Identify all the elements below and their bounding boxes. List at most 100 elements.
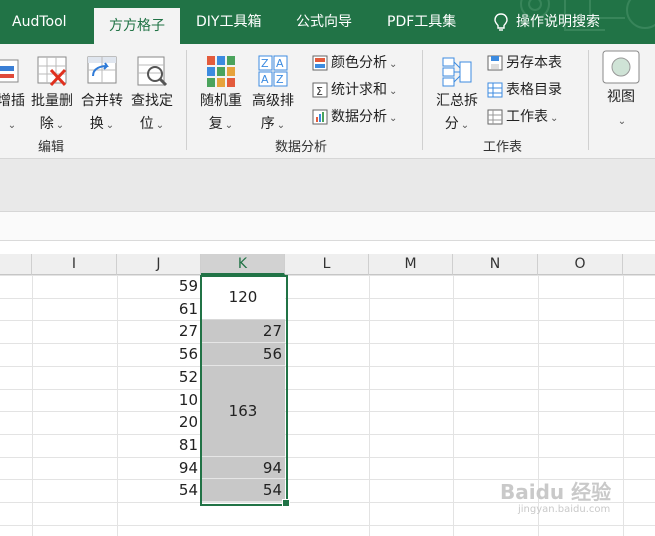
- cell-j7[interactable]: 20: [117, 411, 201, 433]
- tab-audtool[interactable]: AudTool: [12, 0, 82, 44]
- cell-j1[interactable]: 59: [117, 275, 201, 297]
- random-repeat-label-2: 复: [208, 116, 223, 132]
- grid-line: [0, 433, 655, 435]
- cell-j8[interactable]: 81: [117, 434, 201, 456]
- group-label-data-analysis: 数据分析: [275, 140, 328, 155]
- cell-k[interactable]: 94: [201, 456, 285, 480]
- batch-delete-button[interactable]: 批量删 除 ⌄: [28, 54, 76, 137]
- worksheet-button[interactable]: 工作表 ⌄: [487, 106, 558, 128]
- column-header-l[interactable]: L: [285, 254, 369, 275]
- merge-convert-label-1: 合并转: [81, 93, 123, 109]
- color-analysis-label: 颜色分析: [331, 55, 387, 71]
- cell-k[interactable]: 27: [201, 320, 285, 344]
- save-sheet-icon: [487, 55, 503, 71]
- grid-line: [369, 275, 370, 536]
- merge-convert-icon: [87, 56, 117, 84]
- random-repeat-label-1: 随机重: [200, 93, 242, 109]
- cell-j9[interactable]: 94: [117, 457, 201, 479]
- help-search-label: 操作说明搜索: [516, 14, 600, 30]
- column-header-h[interactable]: [0, 254, 32, 275]
- grid-line: [623, 275, 624, 536]
- data-analysis-icon: [312, 109, 328, 125]
- view-label: 视图: [607, 89, 635, 105]
- summary-split-label-1: 汇总拆: [436, 93, 478, 109]
- watermark-url: jingyan.baidu.com: [518, 504, 611, 515]
- view-icon: [602, 50, 640, 84]
- tab-fangfang-gezi[interactable]: 方方格子: [94, 8, 180, 44]
- save-sheet-label: 另存本表: [506, 55, 562, 71]
- merge-convert-button[interactable]: 合并转 换 ⌄: [78, 54, 126, 137]
- advanced-sort-icon: Z A A Z: [258, 55, 288, 87]
- advanced-sort-button[interactable]: Z A A Z 高级排 序 ⌄: [248, 54, 298, 137]
- find-locate-label-2: 位: [139, 116, 154, 132]
- column-header-o[interactable]: O: [538, 254, 623, 275]
- find-locate-label-1: 查找定: [131, 93, 173, 109]
- summary-split-icon: [442, 57, 472, 87]
- insert-label: 增插: [0, 93, 25, 109]
- random-repeat-icon: [207, 56, 235, 87]
- merged-cell-k[interactable]: 163: [201, 365, 285, 457]
- ribbon-tab-bar: AudTool 方方格子 DIY工具箱 公式向导 PDF工具集 操作说明搜索: [0, 0, 655, 44]
- grid-line: [0, 275, 655, 276]
- statistics-sum-button[interactable]: Σ 统计求和 ⌄: [312, 79, 397, 101]
- view-button[interactable]: 视图 ⌄: [598, 50, 644, 133]
- cell-k[interactable]: 56: [201, 343, 285, 366]
- save-sheet-button[interactable]: 另存本表: [487, 52, 562, 74]
- grid-line: [32, 275, 33, 536]
- tab-diy-toolbox[interactable]: DIY工具箱: [196, 0, 276, 44]
- cell-j10[interactable]: 54: [117, 479, 201, 501]
- batch-delete-label-1: 批量删: [31, 93, 73, 109]
- formula-bar[interactable]: [0, 212, 655, 241]
- merged-cell-k[interactable]: 120: [201, 275, 285, 321]
- watermark: Baidu 经验: [500, 476, 611, 505]
- grid-line: [453, 275, 454, 536]
- column-header-i[interactable]: I: [32, 254, 117, 275]
- cell-j3[interactable]: 27: [117, 320, 201, 342]
- fill-handle[interactable]: [282, 499, 290, 507]
- svg-text:Z: Z: [261, 57, 269, 70]
- tab-pdf-tools[interactable]: PDF工具集: [387, 0, 467, 44]
- grid-line: [0, 524, 655, 526]
- color-analysis-button[interactable]: 颜色分析 ⌄: [312, 52, 397, 74]
- insert-button[interactable]: 增插 ⌄: [0, 54, 28, 137]
- summary-split-button[interactable]: 汇总拆 分 ⌄: [432, 54, 482, 137]
- group-label-worksheet: 工作表: [483, 140, 523, 155]
- insert-icon: [0, 59, 19, 83]
- find-locate-button[interactable]: 查找定 位 ⌄: [128, 54, 176, 137]
- column-header-n[interactable]: N: [453, 254, 538, 275]
- grid-line: [0, 456, 655, 458]
- group-separator: [588, 50, 589, 150]
- svg-text:A: A: [276, 57, 284, 70]
- column-header-p[interactable]: [623, 254, 655, 275]
- cell-j5[interactable]: 52: [117, 366, 201, 388]
- grid-line: [0, 320, 655, 322]
- color-analysis-icon: [312, 55, 328, 71]
- cell-k[interactable]: 54: [201, 479, 285, 502]
- grid-line: [0, 388, 655, 390]
- column-header-k[interactable]: K: [201, 254, 285, 275]
- advanced-sort-label-2: 序: [260, 116, 275, 132]
- grid-line: [0, 365, 655, 367]
- batch-delete-label-2: 除: [39, 116, 54, 132]
- cell-j4[interactable]: 56: [117, 343, 201, 365]
- group-separator: [422, 50, 423, 150]
- random-repeat-button[interactable]: 随机重 复 ⌄: [196, 54, 246, 137]
- formula-area: [0, 159, 655, 212]
- help-search[interactable]: 操作说明搜索: [494, 0, 644, 44]
- svg-text:Z: Z: [276, 73, 284, 86]
- worksheet-grid[interactable]: I J K L M N O 59 61 27 56 52 10 20 81 94 54 120 27…: [0, 254, 655, 536]
- cell-j6[interactable]: 10: [117, 389, 201, 411]
- batch-delete-icon: [37, 56, 67, 87]
- grid-line: [0, 411, 655, 413]
- statistics-sum-icon: Σ: [312, 82, 328, 98]
- ribbon: 增插 ⌄ 批量删 除 ⌄ 合并转 换 ⌄ 查找定 位 ⌄ 编辑 随机重 复 ⌄ …: [0, 44, 655, 159]
- data-analysis-button[interactable]: 数据分析 ⌄: [312, 106, 397, 128]
- table-directory-icon: [487, 82, 503, 98]
- tab-formula-wizard[interactable]: 公式向导: [296, 0, 366, 44]
- column-header-m[interactable]: M: [369, 254, 453, 275]
- cell-j2[interactable]: 61: [117, 298, 201, 320]
- merge-convert-label-2: 换: [89, 116, 104, 132]
- column-header-j[interactable]: J: [117, 254, 201, 275]
- table-directory-button[interactable]: 表格目录: [487, 79, 562, 101]
- worksheet-label: 工作表: [506, 109, 548, 125]
